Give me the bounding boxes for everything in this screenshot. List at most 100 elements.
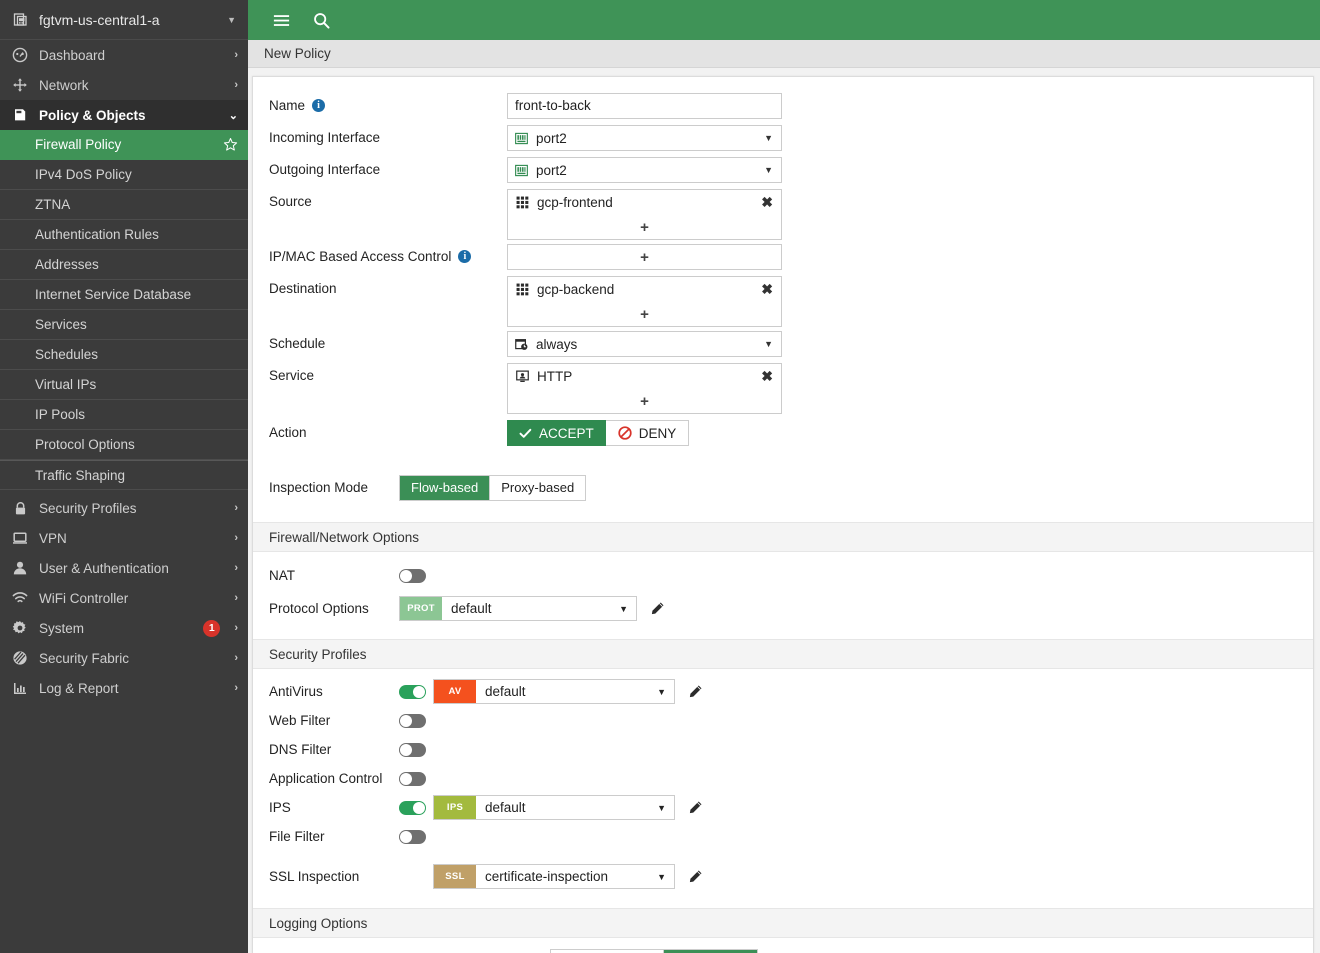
sidebar-item-ip-pools[interactable]: IP Pools [0,400,248,430]
sidebar-item-label: Policy & Objects [39,107,146,123]
sidebar-item-user-authentication[interactable]: User & Authentication › [0,553,248,583]
info-icon[interactable]: i [458,250,472,263]
incoming-interface-select[interactable]: port2 ▼ [507,125,782,151]
field-label: Service [269,368,315,383]
action-deny-label: DENY [638,425,677,441]
field-incoming-interface: Incoming Interface port2 ▼ [253,125,1313,154]
ips-badge: IPS [434,796,476,819]
action-deny-button[interactable]: DENY [605,420,690,446]
sidebar-item-authentication-rules[interactable]: Authentication Rules [0,220,248,250]
service-item-label: HTTP [537,369,573,384]
file-filter-toggle[interactable] [399,829,426,844]
search-icon[interactable] [304,3,338,37]
source-add-button[interactable]: + [508,215,781,239]
name-input[interactable]: front-to-back [507,93,782,119]
sidebar-item-protocol-options[interactable]: Protocol Options [0,430,248,460]
sidebar-item-security-profiles[interactable]: Security Profiles › [0,493,248,523]
field-label: IP/MAC Based Access Control i [269,244,507,264]
field-source: Source gcp-frontend ✖ + [253,189,1313,240]
sidebar-item-wifi-controller[interactable]: WiFi Controller › [0,583,248,613]
pencil-icon[interactable] [688,800,703,815]
sidebar-item-network[interactable]: Network › [0,70,248,100]
remove-icon[interactable]: ✖ [761,368,773,385]
ssl-inspection-select[interactable]: SSL certificate-inspection ▼ [433,864,675,889]
dashboard-icon [11,46,29,64]
chevron-right-icon: › [234,682,238,694]
sidebar-item-addresses[interactable]: Addresses [0,250,248,280]
ips-toggle[interactable] [399,800,426,815]
sidebar-subitem-label: Addresses [35,257,99,272]
service-add-button[interactable]: + [508,389,781,413]
outgoing-interface-value: port2 [536,162,567,178]
remove-icon[interactable]: ✖ [761,281,773,298]
nat-toggle[interactable] [399,568,426,583]
action-accept-button[interactable]: ACCEPT [507,420,606,446]
dns-filter-toggle[interactable] [399,742,426,757]
sidebar-item-vpn[interactable]: VPN › [0,523,248,553]
application-control-toggle[interactable] [399,771,426,786]
sidebar-item-system[interactable]: System 1 › [0,613,248,643]
hamburger-icon[interactable] [264,3,298,37]
remove-icon[interactable]: ✖ [761,194,773,211]
destination-item[interactable]: gcp-backend ✖ [508,277,781,302]
inspection-mode-proxy-based[interactable]: Proxy-based [490,475,586,500]
chevron-down-icon: ▼ [227,14,236,25]
sidebar-item-internet-service-database[interactable]: Internet Service Database [0,280,248,310]
service-item[interactable]: HTTP ✖ [508,364,781,389]
outgoing-interface-select[interactable]: port2 ▼ [507,157,782,183]
field-label: SSL Inspection [269,869,360,884]
info-icon[interactable]: i [312,99,326,112]
sidebar-item-label: User & Authentication [39,560,169,576]
sidebar-item-ztna[interactable]: ZTNA [0,190,248,220]
sidebar-item-ipv4-dos-policy[interactable]: IPv4 DoS Policy [0,160,248,190]
sidebar-item-firewall-policy[interactable]: Firewall Policy [0,130,248,160]
pencil-icon[interactable] [688,869,703,884]
inspection-mode-flow-based[interactable]: Flow-based [400,475,491,500]
action-accept-label: ACCEPT [539,425,594,441]
pencil-icon[interactable] [650,601,665,616]
sidebar-item-label: Security Profiles [39,500,137,516]
antivirus-profile-value: default [485,684,526,699]
sidebar-item-log-report[interactable]: Log & Report › [0,673,248,703]
sidebar-item-label: VPN [39,530,67,546]
sidebar-item-policy-objects[interactable]: Policy & Objects ⌄ [0,100,248,130]
sidebar-item-traffic-shaping[interactable]: Traffic Shaping [0,460,248,490]
schedule-select[interactable]: always ▼ [507,331,782,357]
sidebar-item-virtual-ips[interactable]: Virtual IPs [0,370,248,400]
star-icon[interactable] [223,137,238,152]
source-multibox[interactable]: gcp-frontend ✖ + [507,189,782,240]
sidebar-item-dashboard[interactable]: Dashboard › [0,40,248,70]
ips-profile-select[interactable]: IPS default ▼ [433,795,675,820]
ip-mac-add-button[interactable]: + [507,244,782,270]
sidebar-subitem-label: Authentication Rules [35,227,159,242]
antivirus-toggle[interactable] [399,684,426,699]
source-item[interactable]: gcp-frontend ✖ [508,190,781,215]
log-mode-all-sessions[interactable]: All Sessions [664,949,758,953]
sidebar-item-label: System [39,620,85,636]
device-name: fgtvm-us-central1-a [39,11,160,28]
destination-multibox[interactable]: gcp-backend ✖ + [507,276,782,327]
chart-icon [11,679,29,697]
sidebar-item-label: WiFi Controller [39,590,129,606]
protocol-options-select[interactable]: PROT default ▼ [399,596,637,621]
antivirus-profile-select[interactable]: AV default ▼ [433,679,675,704]
sidebar-subitem-label: Internet Service Database [35,287,192,302]
service-multibox[interactable]: HTTP ✖ + [507,363,782,414]
log-mode-security-events[interactable]: Security Events [551,949,665,953]
field-label: AntiVirus [269,684,323,699]
field-label: Web Filter [269,713,331,728]
sidebar-item-security-fabric[interactable]: Security Fabric › [0,643,248,673]
fabric-icon [11,649,29,667]
sidebar-item-services[interactable]: Services [0,310,248,340]
field-antivirus: AntiVirus AV default ▼ [253,677,1313,706]
incoming-interface-value: port2 [536,130,567,146]
device-selector[interactable]: fgtvm-us-central1-a ▼ [0,0,248,40]
section-logging-options: Logging Options [253,908,1313,938]
pencil-icon[interactable] [688,684,703,699]
web-filter-toggle[interactable] [399,713,426,728]
field-label: Name i [269,93,507,113]
field-application-control: Application Control [253,764,1313,793]
field-ips: IPS IPS default ▼ [253,793,1313,822]
sidebar-item-schedules[interactable]: Schedules [0,340,248,370]
destination-add-button[interactable]: + [508,302,781,326]
